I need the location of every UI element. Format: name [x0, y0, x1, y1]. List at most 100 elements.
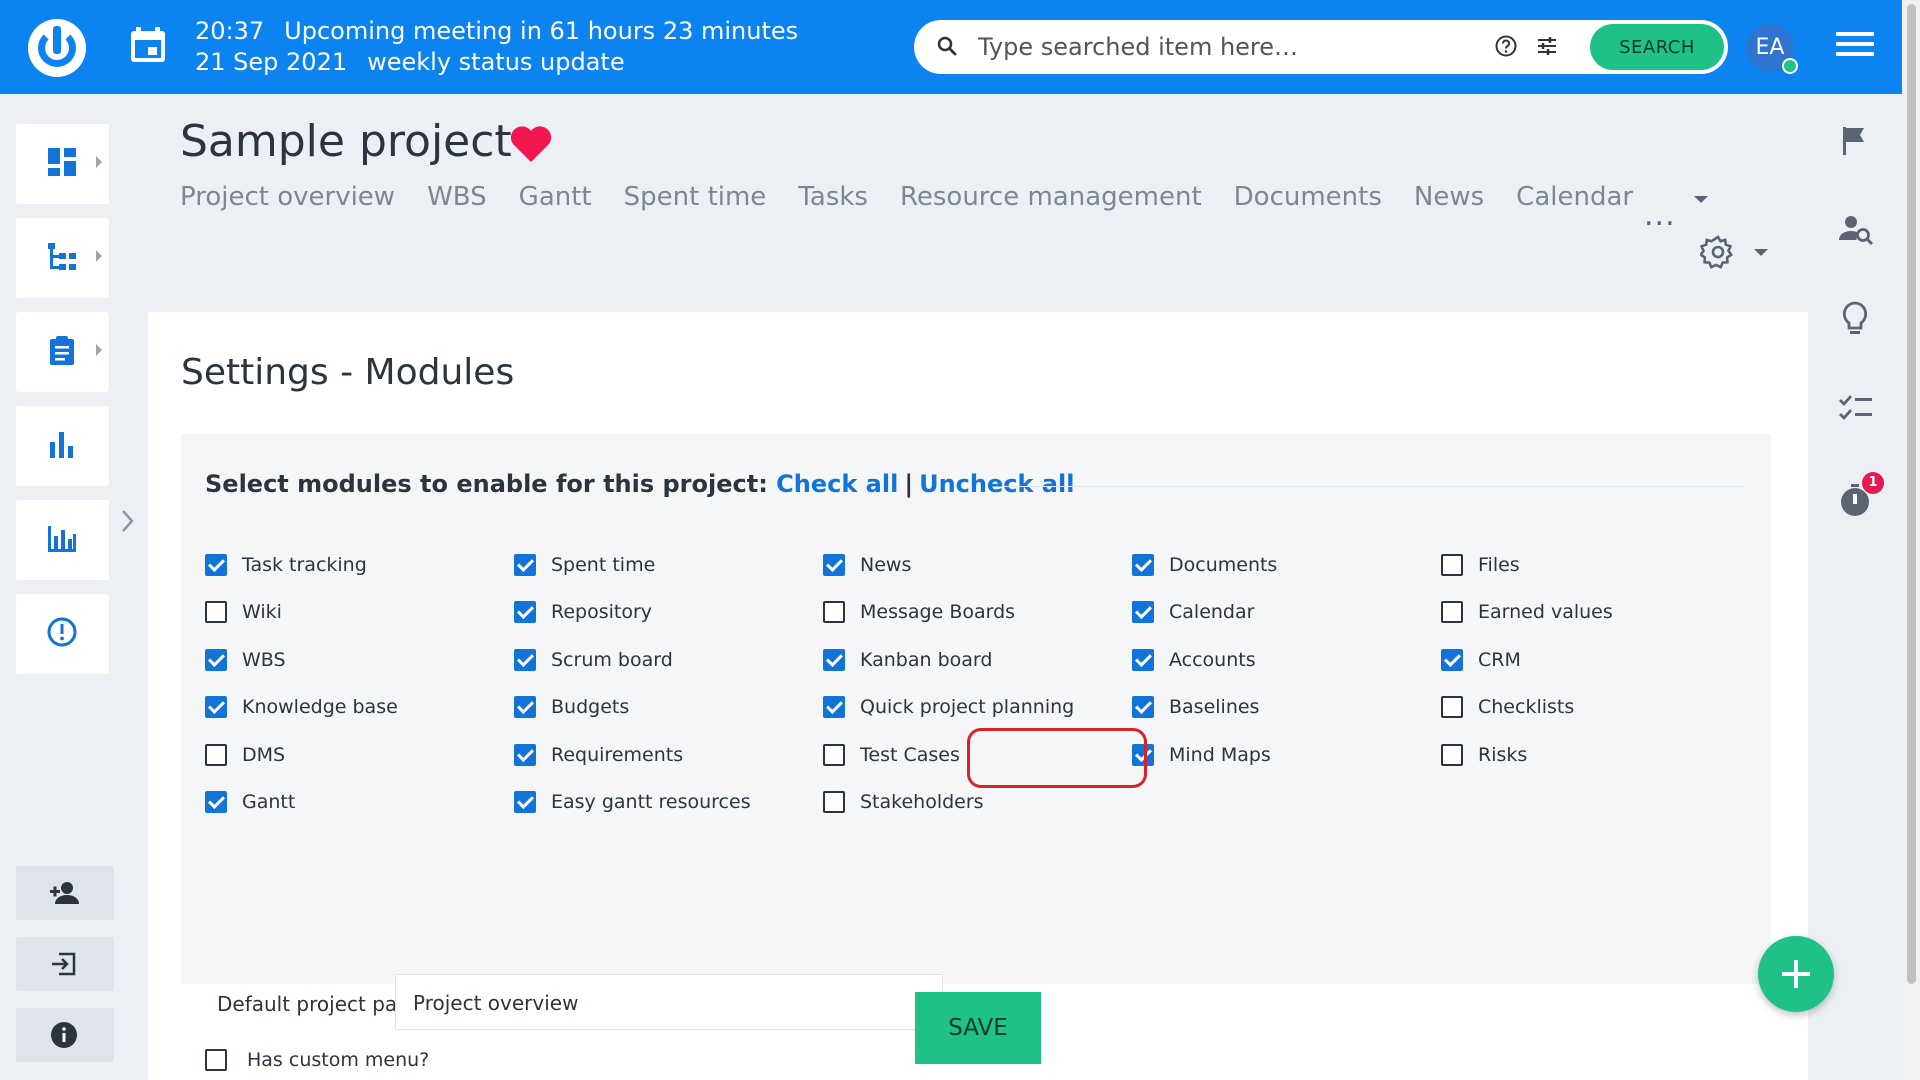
module-checkbox[interactable] — [823, 696, 845, 718]
tab-resource-management[interactable]: Resource management — [900, 182, 1202, 212]
sidebar-reports[interactable] — [16, 406, 109, 486]
gear-icon[interactable] — [1700, 234, 1736, 270]
module-news[interactable]: News — [823, 550, 911, 580]
flag-icon[interactable] — [1838, 124, 1872, 158]
module-earned-values[interactable]: Earned values — [1441, 597, 1613, 627]
hamburger-menu-icon[interactable] — [1836, 32, 1874, 60]
lightbulb-icon[interactable] — [1838, 300, 1872, 336]
sidebar-tasks[interactable] — [16, 312, 109, 392]
module-checkbox[interactable] — [1132, 649, 1154, 671]
module-checkbox[interactable] — [823, 744, 845, 766]
module-checkbox[interactable] — [1441, 649, 1463, 671]
page-scrollbar[interactable] — [1902, 0, 1920, 1080]
user-avatar[interactable]: EA — [1746, 24, 1798, 74]
module-spent-time[interactable]: Spent time — [514, 550, 655, 580]
module-checkbox[interactable] — [205, 601, 227, 623]
tab-wbs[interactable]: WBS — [427, 182, 487, 212]
module-gantt[interactable]: Gantt — [205, 787, 295, 817]
add-user-button[interactable] — [16, 866, 114, 920]
sign-in-button[interactable] — [16, 937, 114, 991]
tab-spent-time[interactable]: Spent time — [624, 182, 767, 212]
module-calendar[interactable]: Calendar — [1132, 597, 1254, 627]
module-checklists[interactable]: Checklists — [1441, 692, 1574, 722]
module-budgets[interactable]: Budgets — [514, 692, 629, 722]
module-scrum-board[interactable]: Scrum board — [514, 645, 673, 675]
check-all-link[interactable]: Check all — [776, 470, 898, 498]
module-requirements[interactable]: Requirements — [514, 740, 683, 770]
module-checkbox[interactable] — [205, 791, 227, 813]
search-button[interactable]: SEARCH — [1590, 24, 1724, 70]
module-checkbox[interactable] — [823, 554, 845, 576]
module-mind-maps[interactable]: Mind Maps — [1132, 740, 1271, 770]
module-checkbox[interactable] — [514, 696, 536, 718]
module-checkbox[interactable] — [514, 649, 536, 671]
tab-calendar[interactable]: Calendar — [1516, 182, 1633, 212]
tab-project-overview[interactable]: Project overview — [180, 182, 395, 212]
module-stakeholders[interactable]: Stakeholders — [823, 787, 984, 817]
add-fab-button[interactable] — [1758, 936, 1834, 1012]
module-checkbox[interactable] — [514, 744, 536, 766]
module-checkbox[interactable] — [514, 554, 536, 576]
module-checkbox[interactable] — [823, 649, 845, 671]
calendar-icon[interactable] — [128, 25, 168, 65]
tab-news[interactable]: News — [1414, 182, 1484, 212]
module-checkbox[interactable] — [205, 696, 227, 718]
default-page-select[interactable]: Project overview — [395, 974, 943, 1030]
sidebar-expand-icon[interactable] — [118, 508, 138, 534]
uncheck-all-link[interactable]: Uncheck all — [919, 470, 1074, 498]
module-checkbox[interactable] — [205, 554, 227, 576]
module-baselines[interactable]: Baselines — [1132, 692, 1259, 722]
sidebar-analytics[interactable] — [16, 500, 109, 580]
module-repository[interactable]: Repository — [514, 597, 652, 627]
module-test-cases[interactable]: Test Cases — [823, 740, 960, 770]
tab-tasks[interactable]: Tasks — [798, 182, 868, 212]
module-checkbox[interactable] — [205, 744, 227, 766]
module-knowledge-base[interactable]: Knowledge base — [205, 692, 398, 722]
module-checkbox[interactable] — [823, 601, 845, 623]
tab-gantt[interactable]: Gantt — [519, 182, 592, 212]
sidebar-alerts[interactable] — [16, 594, 109, 674]
module-easy-gantt-resources[interactable]: Easy gantt resources — [514, 787, 751, 817]
filter-settings-icon[interactable] — [1536, 35, 1558, 57]
easy-logo-icon[interactable] — [28, 19, 86, 77]
module-wiki[interactable]: Wiki — [205, 597, 282, 627]
settings-caret-icon[interactable] — [1754, 249, 1768, 256]
upcoming-meeting[interactable]: 20:37 Upcoming meeting in 61 hours 23 min… — [195, 16, 798, 78]
sidebar-dashboard[interactable] — [16, 124, 109, 204]
module-dms[interactable]: DMS — [205, 740, 285, 770]
module-task-tracking[interactable]: Task tracking — [205, 550, 367, 580]
module-risks[interactable]: Risks — [1441, 740, 1527, 770]
sidebar-hierarchy[interactable] — [16, 218, 109, 298]
tab-documents[interactable]: Documents — [1234, 182, 1382, 212]
module-checkbox[interactable] — [823, 791, 845, 813]
nav-more-caret-icon[interactable] — [1694, 196, 1708, 203]
module-checkbox[interactable] — [514, 791, 536, 813]
favorite-heart-icon[interactable] — [509, 124, 553, 164]
save-button[interactable]: SAVE — [915, 992, 1041, 1064]
custom-menu-checkbox[interactable] — [205, 1049, 227, 1071]
module-accounts[interactable]: Accounts — [1132, 645, 1256, 675]
help-icon[interactable] — [1494, 34, 1518, 58]
checklist-icon[interactable] — [1838, 394, 1874, 424]
module-checkbox[interactable] — [1441, 601, 1463, 623]
module-message-boards[interactable]: Message Boards — [823, 597, 1015, 627]
module-checkbox[interactable] — [1132, 696, 1154, 718]
module-quick-project-planning[interactable]: Quick project planning — [823, 692, 1074, 722]
module-checkbox[interactable] — [1441, 696, 1463, 718]
module-files[interactable]: Files — [1441, 550, 1520, 580]
module-checkbox[interactable] — [1132, 601, 1154, 623]
module-kanban-board[interactable]: Kanban board — [823, 645, 992, 675]
module-checkbox[interactable] — [1441, 554, 1463, 576]
module-crm[interactable]: CRM — [1441, 645, 1521, 675]
module-checkbox[interactable] — [514, 601, 536, 623]
search-input[interactable] — [978, 28, 1398, 66]
user-search-icon[interactable] — [1838, 212, 1874, 248]
nav-more-menu[interactable]: ... — [1644, 198, 1676, 233]
module-documents[interactable]: Documents — [1132, 550, 1277, 580]
module-checkbox[interactable] — [1132, 554, 1154, 576]
custom-menu-option[interactable]: Has custom menu? — [205, 1049, 429, 1071]
module-checkbox[interactable] — [1441, 744, 1463, 766]
info-button[interactable] — [16, 1008, 114, 1062]
module-wbs[interactable]: WBS — [205, 645, 286, 675]
module-checkbox[interactable] — [205, 649, 227, 671]
